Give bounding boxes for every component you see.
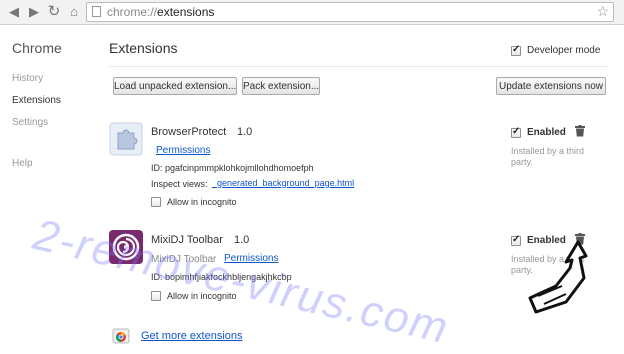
- developer-mode-checkbox[interactable]: [511, 44, 521, 56]
- pointing-hand-icon: [526, 238, 596, 318]
- pack-extension-button[interactable]: Pack extension...: [242, 77, 320, 95]
- enabled-checkbox[interactable]: [511, 234, 521, 246]
- extension-version: 1.0: [234, 234, 250, 246]
- inspect-view-link[interactable]: _generated_background_page.html: [212, 178, 354, 188]
- sidebar-item-history[interactable]: History: [12, 73, 43, 84]
- extension-name: BrowserProtect: [151, 126, 227, 138]
- reload-icon[interactable]: ↻: [46, 4, 62, 20]
- extension-version: 1.0: [237, 126, 253, 138]
- home-icon[interactable]: ⌂: [66, 4, 82, 20]
- extension-id: ID: pgafcinpmmpklohkojmllohdhomoefph: [151, 163, 314, 173]
- get-more-extensions-link[interactable]: Get more extensions: [141, 330, 243, 342]
- enabled-label: Enabled: [527, 127, 566, 138]
- divider: [109, 66, 609, 67]
- browser-toolbar: ◀ ▶ ↻ ⌂ chrome://extensions ☆: [0, 0, 624, 25]
- chrome-web-store-icon: [112, 326, 130, 344]
- allow-incognito-label: Allow in incognito: [167, 197, 237, 207]
- enabled-checkbox[interactable]: [511, 126, 521, 138]
- back-icon[interactable]: ◀: [6, 4, 22, 20]
- page-icon: [92, 6, 101, 17]
- address-bar[interactable]: chrome://extensions ☆: [86, 2, 614, 22]
- sidebar-title: Chrome: [12, 40, 62, 56]
- permissions-link[interactable]: Permissions: [156, 145, 210, 156]
- installed-by-note: Installed by a third party.: [511, 146, 585, 167]
- allow-incognito-checkbox[interactable]: [151, 291, 161, 301]
- bookmark-star-icon[interactable]: ☆: [596, 3, 609, 20]
- inspect-views-label: Inspect views:: [151, 179, 208, 189]
- forward-icon[interactable]: ▶: [26, 4, 42, 20]
- update-extensions-button[interactable]: Update extensions now: [496, 77, 606, 95]
- puzzle-icon: [109, 122, 143, 156]
- trash-icon[interactable]: [575, 125, 585, 137]
- allow-incognito-checkbox[interactable]: [151, 197, 161, 207]
- url-text[interactable]: chrome://extensions: [107, 5, 214, 19]
- page-title: Extensions: [109, 40, 178, 56]
- sidebar-item-settings[interactable]: Settings: [12, 117, 48, 128]
- developer-mode-label: Developer mode: [527, 45, 601, 56]
- sidebar-item-help[interactable]: Help: [12, 158, 33, 169]
- sidebar-item-extensions[interactable]: Extensions: [12, 95, 61, 106]
- load-unpacked-button[interactable]: Load unpacked extension...: [113, 77, 237, 95]
